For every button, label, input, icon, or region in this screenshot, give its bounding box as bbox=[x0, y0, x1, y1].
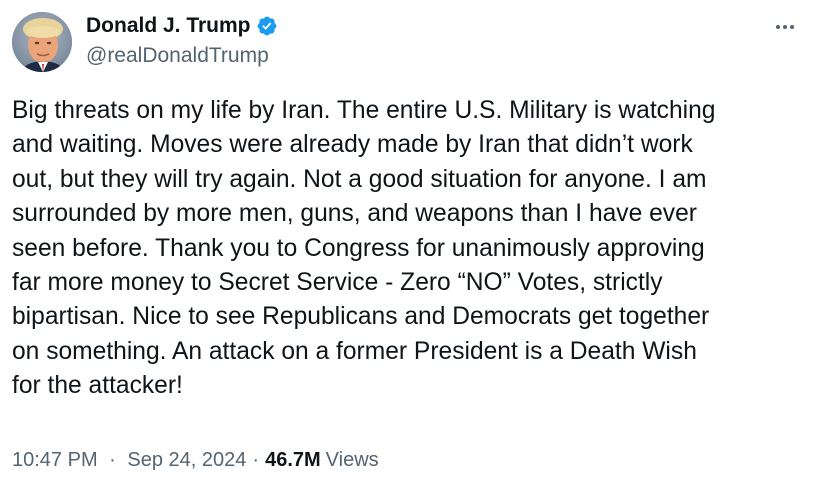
tweet-meta: 10:47 PM · Sep 24, 2024 · 46.7M Views bbox=[12, 449, 379, 472]
meta-separator: · bbox=[252, 449, 260, 471]
author-handle[interactable]: @realDonaldTrump bbox=[86, 44, 269, 68]
tweet-text-line: bipartisan. Nice to see Republicans and … bbox=[12, 303, 710, 331]
display-name[interactable]: Donald J. Trump bbox=[86, 14, 251, 38]
tweet-time: 10:47 PM bbox=[12, 449, 98, 471]
tweet-text-line: out, but they will try again. Not a good… bbox=[12, 165, 707, 193]
tweet-text-line: far more money to Secret Service - Zero … bbox=[12, 269, 663, 297]
tweet-text-line: and waiting. Moves were already made by … bbox=[12, 131, 693, 159]
tweet-text-line: on something. An attack on a former Pres… bbox=[12, 337, 697, 365]
more-horizontal-icon[interactable] bbox=[770, 14, 800, 40]
tweet-text-line: for the attacker! bbox=[12, 372, 183, 400]
tweet-text-line: seen before. Thank you to Congress for u… bbox=[12, 234, 705, 262]
meta-separator: · bbox=[109, 449, 116, 471]
views-label: Views bbox=[325, 449, 379, 471]
tweet-text-line: surrounded by more men, guns, and weapon… bbox=[12, 200, 697, 228]
tweet-date: Sep 24, 2024 bbox=[127, 449, 247, 471]
tweet-text: Big threats on my life by Iran. The enti… bbox=[12, 94, 812, 404]
author-name-row: Donald J. Trump bbox=[86, 12, 278, 40]
tweet-text-line: Big threats on my life by Iran. The enti… bbox=[12, 97, 716, 124]
views-count: 46.7M bbox=[265, 449, 321, 471]
tweet-card: Donald J. Trump @realDonaldTrump Big thr… bbox=[0, 0, 829, 489]
avatar[interactable] bbox=[12, 12, 72, 72]
verified-badge-icon[interactable] bbox=[256, 15, 278, 37]
profile-photo bbox=[12, 12, 72, 72]
timestamp-link[interactable]: 10:47 PM · Sep 24, 2024 bbox=[12, 449, 246, 472]
